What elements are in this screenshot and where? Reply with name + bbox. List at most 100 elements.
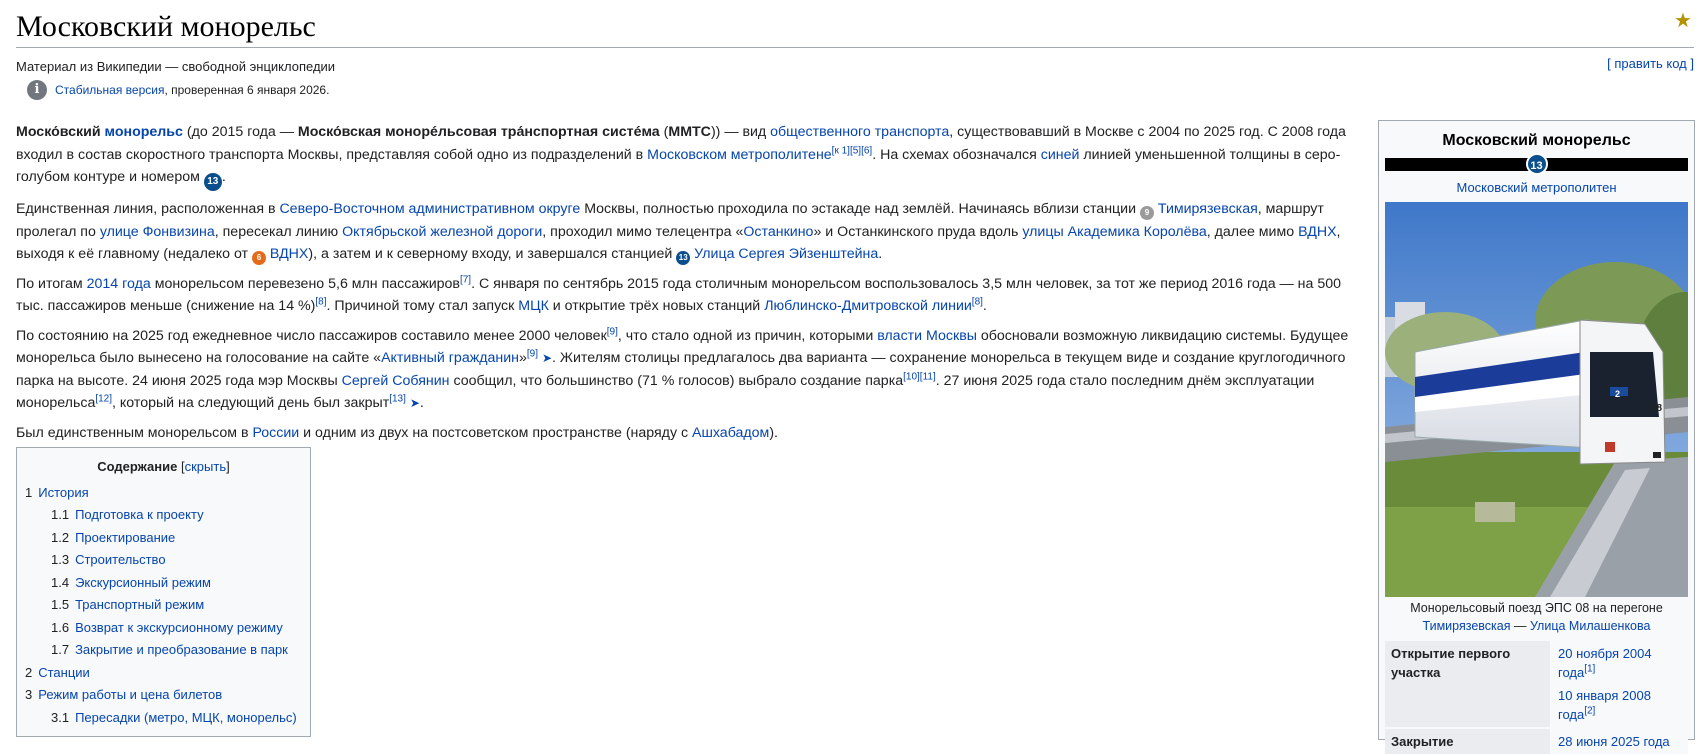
link-sobyanin[interactable]: Сергей Собянин [342,373,450,389]
toc-link[interactable]: Экскурсионный режим [75,575,211,590]
toc-heading: Содержание [97,459,178,474]
link-moscow-metro[interactable]: Московском метрополитене [647,147,832,163]
ref-link[interactable]: [8] [972,296,983,307]
link-active-citizen[interactable]: Активный гражданин [381,350,519,366]
toc-hide-toggle[interactable]: скрыть [185,459,227,474]
ref-link[interactable]: [2] [1584,706,1595,717]
toc-item[interactable]: 1.7 Закрытие и преобразование в парк [25,639,302,662]
toc-item[interactable]: 1.3 Строительство [25,549,302,572]
toc-number: 1 [25,484,33,500]
link-2014[interactable]: 2014 года [87,276,151,292]
train-number-label: 08 [1651,403,1663,414]
page-title: Московский монорельс [16,10,316,43]
link-koroleva[interactable]: улицы Академика Королёва [1022,224,1206,240]
toc-list: 1 История 1.1 Подготовка к проекту 1.2 Проект… [25,482,302,730]
link-mck[interactable]: МЦК [518,298,549,314]
star-icon[interactable]: ★ [1674,10,1692,33]
ref-link[interactable]: [8] [315,296,326,307]
link-svao[interactable]: Северо-Восточном административном округе [279,201,580,217]
link-russia[interactable]: России [252,425,299,441]
arrow-icon[interactable]: ➤ [542,351,552,365]
toc-link[interactable]: Режим работы и цена билетов [38,687,222,702]
train-route-badge: 2 [1615,389,1621,399]
link-ashgabat[interactable]: Ашхабадом [692,425,769,441]
stable-version-link[interactable]: Стабильная версия [55,83,164,97]
monorail-train-photo[interactable]: 08 2 [1385,202,1688,597]
ref-link[interactable]: [12] [95,393,112,404]
toc-item[interactable]: 1 История [25,482,302,505]
ref-link[interactable]: [9] [527,348,538,359]
link-vdnh-station[interactable]: ВДНХ [270,246,308,262]
toc-link[interactable]: История [38,485,88,500]
table-of-contents: Содержание [скрыть] 1 История 1.1 Подготовк… [16,447,311,737]
link-moscow-authorities[interactable]: власти Москвы [877,328,977,344]
toc-link[interactable]: Строительство [75,552,165,567]
paragraph-intro: Моско́вский монорельс (до 2015 года — Мо… [16,121,1360,191]
caption-link-timiryazevskaya[interactable]: Тимирязевская [1423,619,1511,633]
line-6-badge: 6 [251,251,266,265]
toc-item[interactable]: 1.2 Проектирование [25,527,302,550]
opening-date-link[interactable]: 10 января 2008 года [1558,688,1651,722]
photo-caption: Монорельсовый поезд ЭПС 08 на перегоне Т… [1410,601,1663,633]
toc-number: 1.2 [51,529,70,545]
toc-item[interactable]: 1.4 Экскурсионный режим [25,572,302,595]
infobox-title: Московский монорельс [1442,132,1631,149]
ref-link[interactable]: [1] [1584,664,1595,675]
opening-date-link[interactable]: 20 ноября 2004 года [1558,646,1652,680]
line-9-badge: 9 [1139,206,1154,220]
toc-link[interactable]: Пересадки (метро, МЦК, монорельс) [75,710,297,725]
line-13-badge: 13 [203,173,222,191]
link-ostankino[interactable]: Останкино [743,224,813,240]
infobox-metro-link[interactable]: Московский метрополитен [1456,180,1616,195]
link-oktyabrskaya-railway[interactable]: Октябрьской железной дороги [342,224,542,240]
paragraph-ridership: По итогам 2014 года монорельсом перевезе… [16,273,1341,314]
toc-link[interactable]: Проектирование [75,530,175,545]
infobox-row-closing: Закрытие 28 июня 2025 года [1385,729,1688,754]
edit-source-link[interactable]: [ править код ] [1607,53,1694,76]
toc-item[interactable]: 3 Режим работы и цена билетов [25,684,302,707]
toc-number: 2 [25,664,33,680]
toc-link[interactable]: Транспортный режим [75,597,204,612]
toc-link[interactable]: Подготовка к проекту [75,507,204,522]
link-blue[interactable]: синей [1041,147,1080,163]
link-vdnh[interactable]: ВДНХ [1298,224,1336,240]
caption-link-milashenkova[interactable]: Улица Милашенкова [1530,619,1651,633]
ref-link[interactable]: [5] [850,145,861,156]
line-13-badge: 13 [676,251,691,265]
infobox-table: Открытие первого участка 20 ноября 2004 … [1385,639,1688,756]
link-fonvizina[interactable]: улице Фонвизина [100,224,215,240]
closing-date-link[interactable]: 28 июня 2025 года [1558,734,1670,749]
toc-number: 3.1 [51,709,70,725]
toc-item[interactable]: 1.1 Подготовка к проекту [25,504,302,527]
toc-link[interactable]: Возврат к экскурсионному режиму [75,620,283,635]
toc-item[interactable]: 2 Станции [25,662,302,685]
line-color-bar: 13 [1385,153,1688,175]
toc-item[interactable]: 1.6 Возврат к экскурсионному режиму [25,617,302,640]
ref-link[interactable]: [к 1] [832,145,850,156]
link-lyublinsko[interactable]: Люблинско-Дмитровской линии [764,298,972,314]
toc-number: 1.1 [51,507,70,522]
title-divider [16,47,1694,48]
toc-item[interactable]: 1.5 Транспортный режим [25,594,302,617]
link-monorail[interactable]: монорельс [105,124,183,140]
infobox: Московский монорельс 13 Московский метро… [1378,120,1695,754]
stable-version-text: , проверенная 6 января 2026. [164,83,330,97]
ref-link[interactable]: [11] [920,371,936,382]
paragraph-route: Единственная линия, расположенная в Севе… [16,198,1360,266]
toc-item[interactable]: 3.1 Пересадки (метро, МЦК, монорельс) [25,707,302,730]
link-public-transport[interactable]: общественного транспорта [770,124,949,140]
info-icon: i [27,80,47,101]
toc-link[interactable]: Закрытие и преобразование в парк [75,642,288,657]
ref-link[interactable]: [10] [903,371,920,382]
article-body: Моско́вский монорельс (до 2015 года — Мо… [16,121,1360,451]
toc-link[interactable]: Станции [38,665,90,680]
infobox-row-opening: Открытие первого участка 20 ноября 2004 … [1385,641,1688,727]
ref-link[interactable]: [6] [861,145,872,156]
toc-number: 1.5 [51,597,70,612]
link-eisenstein[interactable]: Улица Сергея Эйзенштейна [694,246,878,262]
link-timiryazevskaya[interactable]: Тимирязевская [1158,201,1258,217]
ref-link[interactable]: [13] [389,393,406,404]
ref-link[interactable]: [7] [460,274,471,285]
ref-link[interactable]: [9] [607,326,618,337]
arrow-icon[interactable]: ➤ [410,396,420,410]
